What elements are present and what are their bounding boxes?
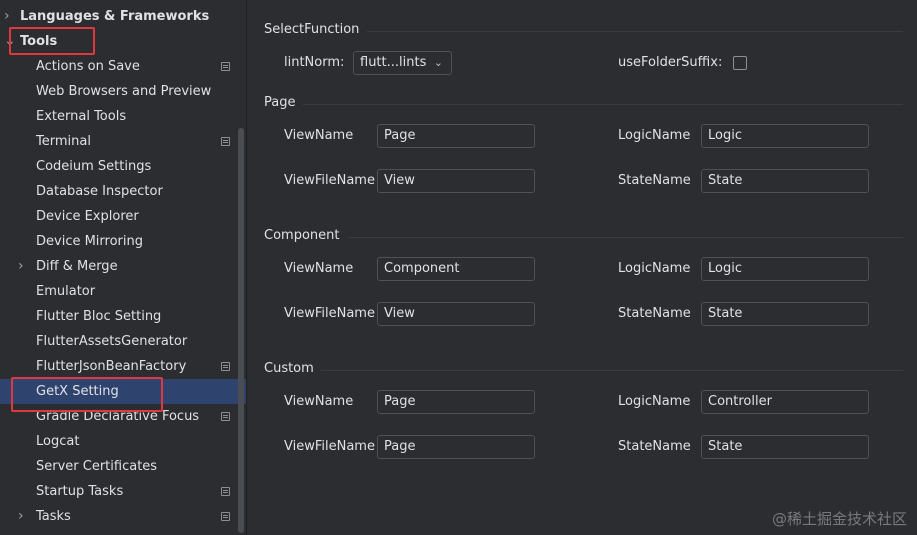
tree-item[interactable]: FlutterJsonBeanFactory (0, 354, 246, 379)
tree-item-label: Server Certificates (36, 459, 158, 474)
project-settings-icon (221, 137, 230, 146)
tree-item[interactable]: › Tasks (0, 504, 246, 529)
component-logic-name-input[interactable]: Logic (701, 257, 869, 281)
tree-item[interactable]: Actions on Save (0, 54, 246, 79)
project-settings-icon (221, 487, 230, 496)
use-folder-suffix-label: useFolderSuffix: (618, 55, 723, 70)
project-settings-icon (221, 512, 230, 521)
custom-state-name-input[interactable]: State (701, 435, 869, 459)
section-divider (367, 31, 903, 32)
sidebar-scrollbar[interactable] (238, 128, 244, 533)
chevron-right-icon[interactable]: › (18, 254, 28, 279)
settings-sidebar: › Languages & Frameworks ⌄ Tools Actions… (0, 0, 246, 535)
tree-item[interactable]: FlutterAssetsGenerator (0, 329, 246, 354)
tree-item[interactable]: Flutter Bloc Setting (0, 304, 246, 329)
tree-item-label: External Tools (36, 109, 127, 124)
section-divider (321, 370, 903, 371)
tree-item-label: Tasks (36, 509, 71, 524)
tools-children: Actions on Save Web Browsers and Preview E… (0, 54, 246, 529)
tree-item[interactable]: Device Explorer (0, 204, 246, 229)
page-state-name-label: StateName (618, 173, 691, 188)
project-settings-icon (221, 62, 230, 71)
lint-norm-value: flutt...lints (360, 55, 427, 70)
tree-item-label: Codeium Settings (36, 159, 152, 174)
tree-item-label: Device Explorer (36, 209, 139, 224)
project-settings-icon (221, 412, 230, 421)
custom-logic-name-input[interactable]: Controller (701, 390, 869, 414)
custom-view-file-name-label: ViewFileName (284, 439, 375, 454)
tree-item-label: Device Mirroring (36, 234, 143, 249)
watermark: @稀土掘金技术社区 (771, 510, 907, 528)
chevron-right-icon[interactable]: › (4, 4, 14, 29)
section-divider (347, 237, 903, 238)
tree-item-label: Diff & Merge (36, 259, 118, 274)
component-state-name-label: StateName (618, 306, 691, 321)
tree-item[interactable]: Codeium Settings (0, 154, 246, 179)
tree-item-label: Languages & Frameworks (20, 9, 210, 24)
tree-item-label: Terminal (36, 134, 91, 149)
custom-state-name-label: StateName (618, 439, 691, 454)
settings-tree: › Languages & Frameworks ⌄ Tools Actions… (0, 4, 246, 529)
tree-item-label: Web Browsers and Preview (36, 84, 212, 99)
tree-item-label: FlutterJsonBeanFactory (36, 359, 187, 374)
tree-item[interactable]: › Diff & Merge (0, 254, 246, 279)
tree-item[interactable]: Web Browsers and Preview (0, 79, 246, 104)
tree-item[interactable]: Logcat (0, 429, 246, 454)
page-logic-name-input[interactable]: Logic (701, 124, 869, 148)
tree-item-languages-frameworks[interactable]: › Languages & Frameworks (0, 4, 246, 29)
custom-view-name-label: ViewName (284, 394, 354, 409)
component-view-file-name-label: ViewFileName (284, 306, 375, 321)
custom-view-name-input[interactable]: Page (377, 390, 535, 414)
component-view-name-input[interactable]: Component (377, 257, 535, 281)
page-view-name-input[interactable]: Page (377, 124, 535, 148)
page-view-file-name-label: ViewFileName (284, 173, 375, 188)
custom-view-file-name-input[interactable]: Page (377, 435, 535, 459)
chevron-down-icon: ⌄ (433, 56, 443, 69)
page-logic-name-label: LogicName (618, 128, 691, 143)
custom-logic-name-label: LogicName (618, 394, 691, 409)
tree-item-label: Database Inspector (36, 184, 163, 199)
tree-item[interactable]: Server Certificates (0, 454, 246, 479)
tree-item-label: Actions on Save (36, 59, 140, 74)
tree-item[interactable]: Startup Tasks (0, 479, 246, 504)
tree-item[interactable]: Device Mirroring (0, 229, 246, 254)
section-divider (303, 104, 903, 105)
section-title-custom: Custom (264, 361, 314, 376)
tree-item-label: Emulator (36, 284, 96, 299)
tree-item[interactable]: Database Inspector (0, 179, 246, 204)
tree-item-label: Logcat (36, 434, 80, 449)
page-view-file-name-input[interactable]: View (377, 169, 535, 193)
page-view-name-label: ViewName (284, 128, 354, 143)
tree-item-label: Flutter Bloc Setting (36, 309, 162, 324)
tree-item-label: FlutterAssetsGenerator (36, 334, 188, 349)
chevron-right-icon[interactable]: › (18, 504, 28, 529)
section-title-page: Page (264, 95, 296, 110)
component-view-file-name-input[interactable]: View (377, 302, 535, 326)
highlight-box-tools (9, 27, 95, 55)
tree-item-label: Startup Tasks (36, 484, 124, 499)
use-folder-suffix-checkbox[interactable] (733, 56, 747, 70)
section-title-component: Component (264, 228, 340, 243)
tree-item[interactable]: External Tools (0, 104, 246, 129)
page-state-name-input[interactable]: State (701, 169, 869, 193)
project-settings-icon (221, 362, 230, 371)
component-view-name-label: ViewName (284, 261, 354, 276)
highlight-box-getx-setting (11, 377, 163, 412)
tree-item[interactable]: Terminal (0, 129, 246, 154)
getx-settings-panel: SelectFunction lintNorm: flutt...lints ⌄… (247, 0, 917, 535)
lint-norm-select[interactable]: flutt...lints ⌄ (353, 51, 452, 75)
component-state-name-input[interactable]: State (701, 302, 869, 326)
tree-item[interactable]: Emulator (0, 279, 246, 304)
section-title-select-function: SelectFunction (264, 22, 360, 37)
lint-norm-label: lintNorm: (284, 55, 345, 70)
component-logic-name-label: LogicName (618, 261, 691, 276)
